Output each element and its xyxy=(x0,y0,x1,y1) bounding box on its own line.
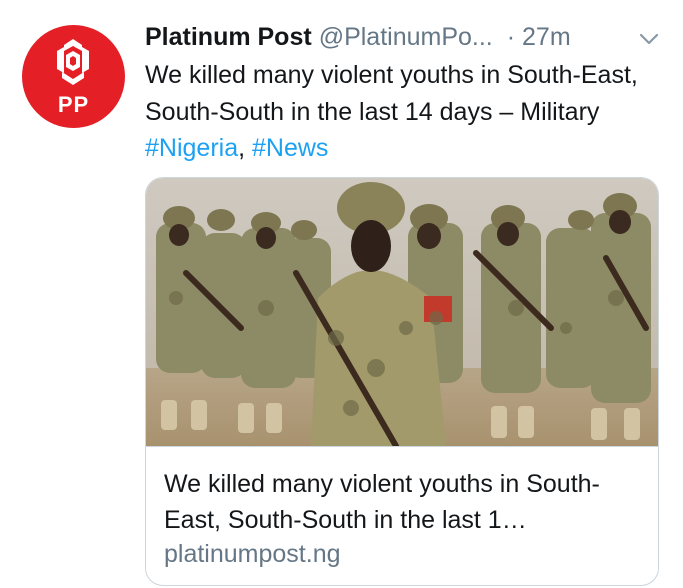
tweet[interactable]: PP Platinum Post @PlatinumPo... · 27m We… xyxy=(0,0,683,588)
tweet-header: Platinum Post @PlatinumPo... · 27m xyxy=(145,20,663,54)
avatar[interactable]: PP xyxy=(22,25,125,128)
chevron-down-icon[interactable] xyxy=(639,23,659,52)
avatar-initials: PP xyxy=(57,92,90,117)
tweet-text: We killed many violent youths in South-E… xyxy=(145,57,655,167)
link-card[interactable]: We killed many violent youths in South-E… xyxy=(145,177,659,586)
tweet-timestamp[interactable]: · 27m xyxy=(507,23,571,52)
card-domain[interactable]: platinumpost.ng xyxy=(164,540,341,569)
card-image[interactable] xyxy=(146,178,659,446)
tweet-body: We killed many violent youths in South-E… xyxy=(145,61,638,126)
hashtag-link[interactable]: #News xyxy=(252,134,328,162)
card-title[interactable]: We killed many violent youths in South-E… xyxy=(164,466,644,538)
hashtag-separator: , xyxy=(238,134,253,162)
author-handle[interactable]: @PlatinumPo... xyxy=(319,23,493,52)
card-body[interactable]: We killed many violent youths in South-E… xyxy=(146,446,658,585)
author-name[interactable]: Platinum Post xyxy=(145,23,312,52)
hashtag-link[interactable]: #Nigeria xyxy=(145,134,238,162)
